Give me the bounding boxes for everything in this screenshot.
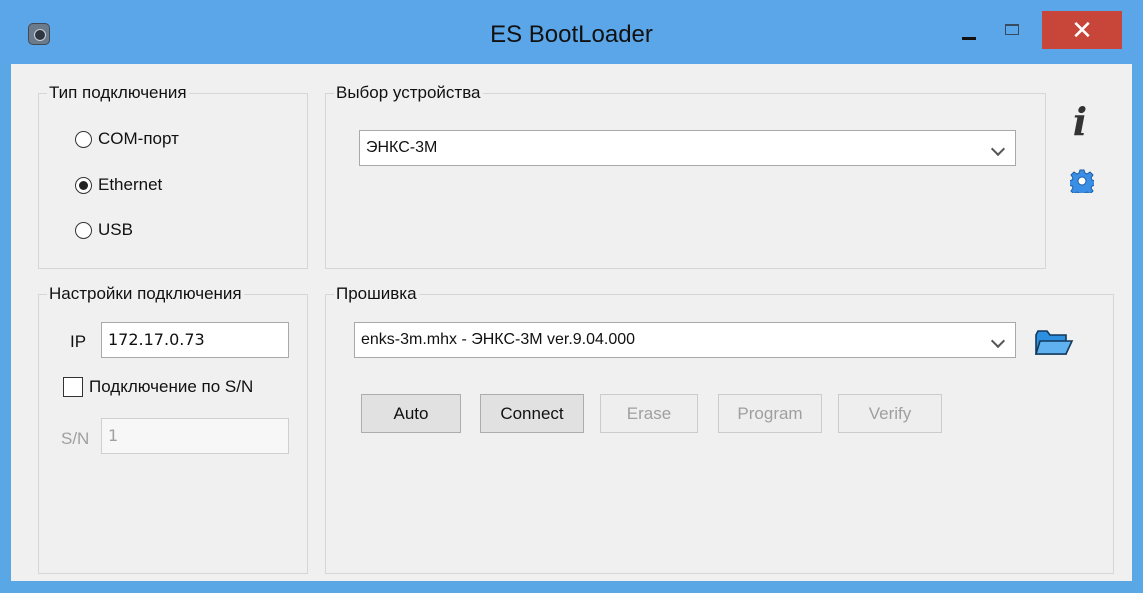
com-port-radio[interactable] [75,130,92,148]
program-button[interactable]: Program [718,394,822,433]
radio-com-port[interactable]: COM-порт [75,127,179,151]
connection-type-label: Тип подключения [47,82,189,104]
app-window: ES BootLoader ✕ Тип подключения COM-порт… [0,0,1143,593]
sn-checkbox-label: Подключение по S/N [89,377,254,396]
minimize-button[interactable] [957,19,987,49]
usb-radio[interactable] [75,221,92,239]
connection-settings-group: Настройки подключения IP 172.17.0.73 Под… [38,283,308,574]
device-selection-label: Выбор устройства [334,82,483,104]
device-select[interactable]: ЭНКС-3М [359,130,1016,166]
chevron-down-icon [990,141,1006,157]
usb-label: USB [98,220,133,239]
connection-settings-label: Настройки подключения [47,283,244,305]
connect-button[interactable]: Connect [480,394,584,433]
info-icon[interactable]: i [1067,103,1093,141]
firmware-select-value: enks-3m.mhx - ЭНКС-3М ver.9.04.000 [361,331,636,348]
verify-button[interactable]: Verify [838,394,942,433]
gear-icon[interactable] [1070,169,1094,193]
sn-checkbox-box[interactable] [63,377,83,397]
ethernet-radio[interactable] [75,176,92,194]
client-area: Тип подключения COM-порт Ethernet USB Вы… [11,64,1132,581]
ip-input[interactable]: 172.17.0.73 [101,322,289,358]
device-select-value: ЭНКС-3М [366,139,438,156]
ethernet-label: Ethernet [98,175,163,194]
ip-label: IP [70,332,87,351]
device-selection-group: Выбор устройства ЭНКС-3М [325,82,1046,269]
sn-connection-checkbox[interactable]: Подключение по S/N [63,377,253,397]
connection-type-group: Тип подключения COM-порт Ethernet USB [38,82,308,269]
title-bar[interactable]: ES BootLoader ✕ [1,1,1142,64]
firmware-label: Прошивка [334,283,419,305]
maximize-button[interactable] [999,17,1029,47]
radio-usb[interactable]: USB [75,218,133,242]
chevron-down-icon [990,333,1006,349]
auto-button[interactable]: Auto [361,394,461,433]
com-port-label: COM-порт [98,129,179,148]
sn-input[interactable]: 1 [101,418,289,454]
erase-button[interactable]: Erase [600,394,698,433]
radio-ethernet[interactable]: Ethernet [75,173,162,197]
close-button[interactable]: ✕ [1042,11,1122,49]
sn-label: S/N [61,429,90,448]
firmware-select[interactable]: enks-3m.mhx - ЭНКС-3М ver.9.04.000 [354,322,1016,358]
firmware-group: Прошивка enks-3m.mhx - ЭНКС-3М ver.9.04.… [325,283,1114,574]
folder-open-icon[interactable] [1034,329,1074,357]
